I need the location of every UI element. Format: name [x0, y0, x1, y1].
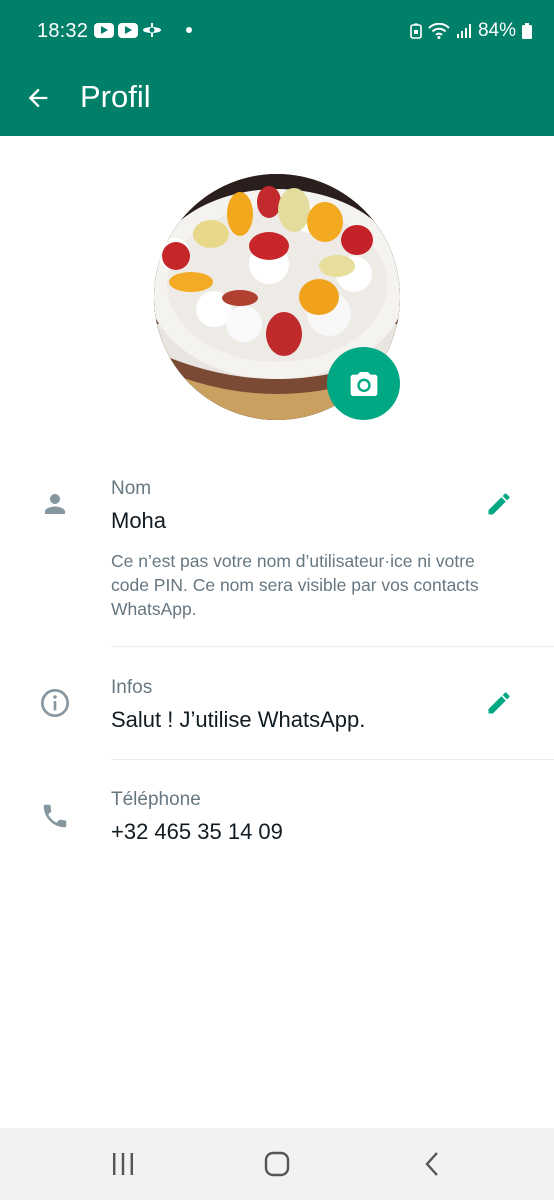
status-bar: 18:32 84%	[0, 0, 554, 66]
system-nav-bar	[0, 1128, 554, 1200]
battery-icon	[522, 23, 532, 39]
battery-saver-icon	[410, 23, 422, 39]
wifi-icon	[428, 23, 450, 39]
nav-back-button[interactable]	[412, 1146, 452, 1182]
battery-percent: 84%	[477, 20, 516, 41]
edit-name-button[interactable]	[481, 486, 517, 522]
name-label: Nom	[111, 478, 152, 499]
youtube-icon	[94, 22, 114, 38]
recents-button[interactable]	[103, 1146, 143, 1182]
phone-row: Téléphone +32 465 35 14 09	[0, 760, 554, 870]
status-time: 18:32	[37, 20, 89, 42]
person-icon	[37, 486, 73, 522]
about-value: Salut ! J’utilise WhatsApp.	[111, 707, 366, 732]
pencil-icon	[488, 692, 510, 714]
info-icon	[37, 685, 73, 721]
edit-about-button[interactable]	[481, 685, 517, 721]
app-bar: Profil	[0, 66, 554, 136]
notification-dot	[186, 27, 192, 33]
phone-value: +32 465 35 14 09	[111, 819, 283, 844]
status-notification-icons	[94, 22, 192, 38]
arrow-left-icon	[28, 88, 48, 108]
recents-icon	[113, 1153, 133, 1175]
page-title: Profil	[80, 79, 151, 114]
status-system-icons: 84%	[410, 20, 532, 42]
about-label: Infos	[111, 677, 153, 698]
pencil-icon	[488, 493, 510, 515]
camera-icon	[350, 371, 377, 396]
back-button[interactable]	[20, 80, 56, 116]
name-value: Moha	[111, 508, 167, 533]
change-photo-button[interactable]	[327, 347, 400, 420]
name-help-text: Ce n’est pas votre nom d’utilisateur·ice…	[111, 551, 479, 619]
signal-icon	[456, 24, 471, 38]
phone-icon	[37, 798, 73, 834]
home-button[interactable]	[257, 1146, 297, 1182]
airplane-app-icon	[143, 23, 161, 37]
about-row[interactable]: Infos Salut ! J’utilise WhatsApp.	[0, 647, 554, 759]
youtube-icon	[118, 22, 138, 38]
home-icon	[264, 1151, 290, 1177]
phone-label: Téléphone	[111, 789, 201, 810]
back-icon	[425, 1152, 438, 1176]
name-row[interactable]: Nom Moha Ce n’est pas votre nom d’utilis…	[0, 470, 554, 646]
